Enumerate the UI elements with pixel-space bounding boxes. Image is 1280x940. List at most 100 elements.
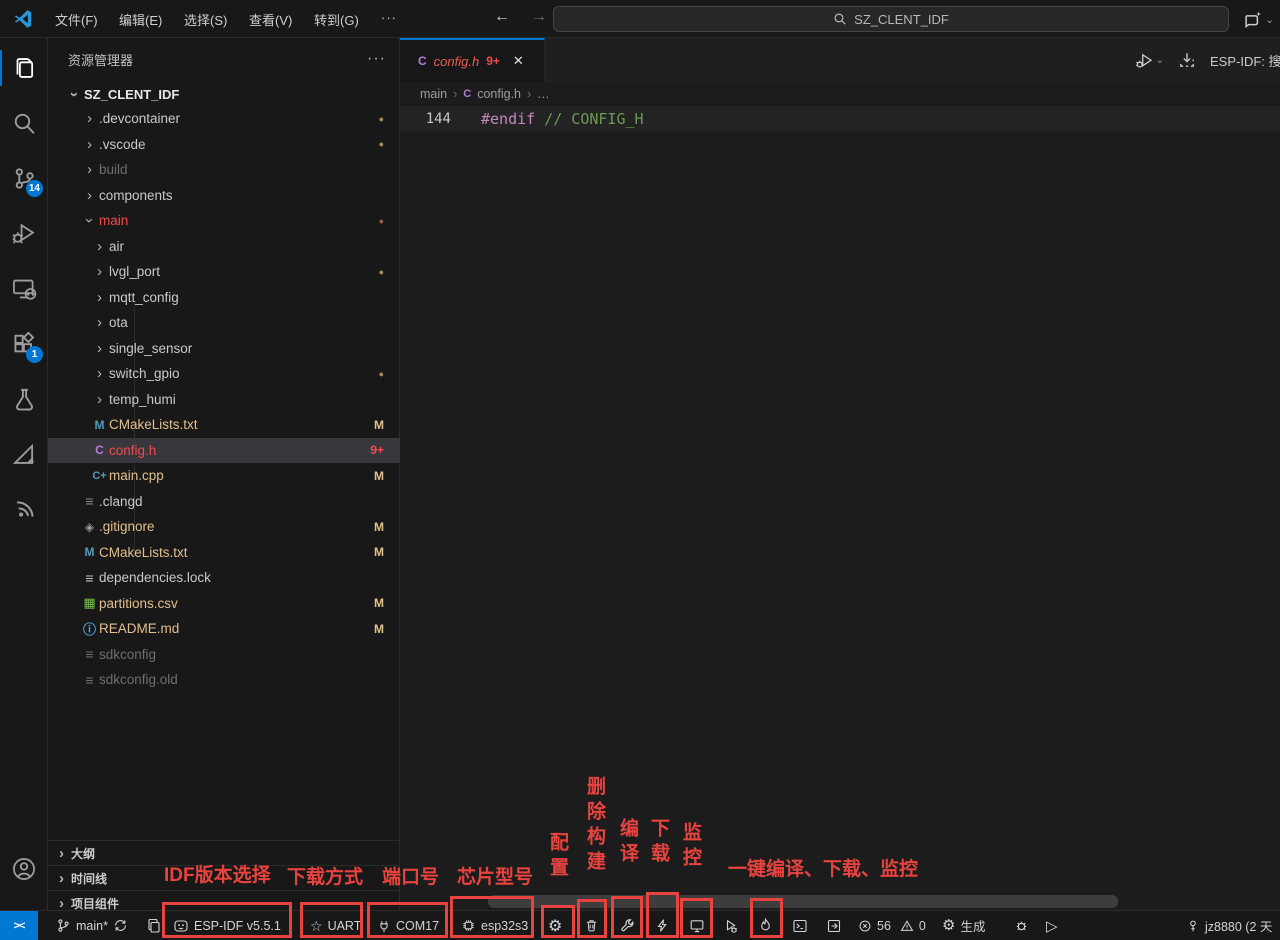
chevron-collapsed-icon: › [80,161,99,178]
cpp-file-icon: C+ [90,470,109,482]
espidf-action-label[interactable]: ESP-IDF: 搜 [1210,51,1280,70]
gear-icon: ⚙ [942,918,955,933]
menu-file[interactable]: 文件(F) [55,10,98,29]
chevron-collapsed-icon: › [80,110,99,127]
files-icon [146,918,162,934]
title-bar: 文件(F) 编辑(E) 选择(S) 查看(V) 转到(G) ··· ← → SZ… [0,0,1280,38]
cmake-build-button[interactable]: ⚙ 生成 [942,911,985,940]
modified-dot: ● [379,114,384,124]
copilot-chevron-icon[interactable]: ⌄ [1265,13,1274,26]
tree-item-main-cpp[interactable]: C+ main.cpp M [48,463,400,489]
code-line-144[interactable]: 144 #endif // CONFIG_H [400,106,1280,131]
tree-item-gitignore[interactable]: ◈ .gitignore M [48,514,400,540]
menu-overflow-icon[interactable]: ··· [381,10,397,25]
tree-item-config-h[interactable]: C config.h 9+ [48,438,400,464]
problems-item[interactable]: 56 0 [858,911,926,940]
tree-item-sdkconfig-old[interactable]: ≡ sdkconfig.old [48,667,400,693]
tunnel-device-item[interactable]: jz8880 (2 天 [1186,911,1280,940]
cmake-launch-button[interactable]: ▷ [1046,911,1058,940]
git-sync-button[interactable] [113,911,128,940]
cmake-file-icon: M [80,545,99,559]
tree-item-devcontainer[interactable]: › .devcontainer ● [48,106,400,132]
cmake-debug-button[interactable] [1014,911,1029,940]
activity-espressif[interactable] [0,485,48,533]
activity-search[interactable] [0,99,48,147]
tab-config-h[interactable]: C config.h 9+ ✕ [400,38,545,82]
tree-item-temp-humi[interactable]: › temp_humi [48,387,400,413]
config-file-icon: ≡ [80,493,99,509]
editor-actions: ⌄ ESP-IDF: 搜 [1135,38,1280,82]
chevron-expanded-icon: › [66,85,83,104]
play-icon: ▷ [1046,917,1058,935]
menu-selection[interactable]: 选择(S) [184,10,227,29]
annotation-box-esp32s3 [450,896,534,938]
tree-item-build[interactable]: › build [48,157,400,183]
annotation-monitor: 监控 [677,822,704,872]
annotation-delete-build: 删除构建 [581,776,608,876]
sidebar-more-actions-icon[interactable]: ··· [367,50,386,68]
tree-item-cmakelists-main[interactable]: M CMakeLists.txt M [48,412,400,438]
tree-item-lvgl-port[interactable]: › lvgl_port ● [48,259,400,285]
debug-run-button[interactable]: ⌄ [1135,51,1164,70]
remote-indicator[interactable]: >< [0,911,38,940]
line-number: 144 [400,111,470,127]
tree-item-vscode[interactable]: › .vscode ● [48,132,400,158]
tree-item-partitions-csv[interactable]: ▦ partitions.csv M [48,591,400,617]
debug-button[interactable] [722,911,738,940]
tree-item-readme-md[interactable]: ⓘ README.md M [48,616,400,642]
tree-item-cmakelists-root[interactable]: M CMakeLists.txt M [48,540,400,566]
annotation-one-click: 一键编译、下载、监控 [728,854,918,881]
activity-testing[interactable] [0,375,48,423]
command-center-search[interactable]: SZ_CLENT_IDF [553,6,1229,32]
menu-edit[interactable]: 编辑(E) [119,10,162,29]
activity-espidf-explorer[interactable] [0,430,48,478]
breadcrumb-config-h[interactable]: config.h [477,87,521,101]
nav-back-icon[interactable]: ← [494,8,510,26]
breadcrumb-main[interactable]: main [420,87,447,101]
tree-item-air[interactable]: › air [48,234,400,260]
copilot-icon[interactable] [1243,9,1263,29]
warning-count: 0 [919,919,926,933]
breadcrumb-symbol-ellipsis[interactable]: … [537,87,550,101]
tree-root-folder[interactable]: › SZ_CLENT_IDF [48,82,400,106]
espidf-download-button[interactable] [1178,51,1196,69]
workspace-files-button[interactable] [146,911,162,940]
open-external-button[interactable] [826,911,842,940]
problems-badge: 9+ [370,443,384,457]
extensions-badge: 1 [26,346,43,363]
tree-item-single-sensor[interactable]: › single_sensor [48,336,400,362]
menu-goto[interactable]: 转到(G) [314,10,359,29]
root-folder-label: SZ_CLENT_IDF [84,87,179,102]
debug-play-icon [722,918,738,934]
activity-source-control[interactable]: 14 [0,154,48,202]
activity-remote-explorer[interactable] [0,265,48,313]
terminal-button[interactable] [792,911,808,940]
tree-item-mqtt-config[interactable]: › mqtt_config [48,285,400,311]
tree-item-components[interactable]: › components [48,183,400,209]
tree-item-ota[interactable]: › ota [48,310,400,336]
bug-icon [1014,918,1029,933]
tree-item-switch-gpio[interactable]: › switch_gpio ● [48,361,400,387]
annotation-port: 端口号 [382,862,439,889]
tree-item-clangd[interactable]: ≡ .clangd [48,489,400,515]
tree-item-sdkconfig[interactable]: ≡ sdkconfig [48,642,400,668]
tree-item-dependencies-lock[interactable]: ≡ dependencies.lock [48,565,400,591]
activity-account[interactable] [0,845,48,893]
git-file-icon: ◈ [80,520,99,534]
annotation-chip-model: 芯片型号 [457,862,533,889]
git-branch-item[interactable]: main* [56,911,108,940]
tab-close-icon[interactable]: ✕ [513,53,524,69]
chevron-collapsed-icon: › [90,365,109,382]
activity-run-debug[interactable] [0,209,48,257]
chevron-collapsed-icon: › [52,895,71,912]
tree-item-main[interactable]: › main ● [48,208,400,234]
menu-view[interactable]: 查看(V) [249,10,292,29]
nav-forward-icon: → [531,8,547,26]
chevron-collapsed-icon: › [90,340,109,357]
activity-explorer[interactable] [0,44,48,92]
activity-extensions[interactable]: 1 [0,320,48,368]
build-label: 生成 [960,916,985,935]
git-modified-badge: M [374,520,384,534]
breadcrumb[interactable]: main › C config.h › … [400,82,1280,106]
branch-icon [56,918,71,933]
